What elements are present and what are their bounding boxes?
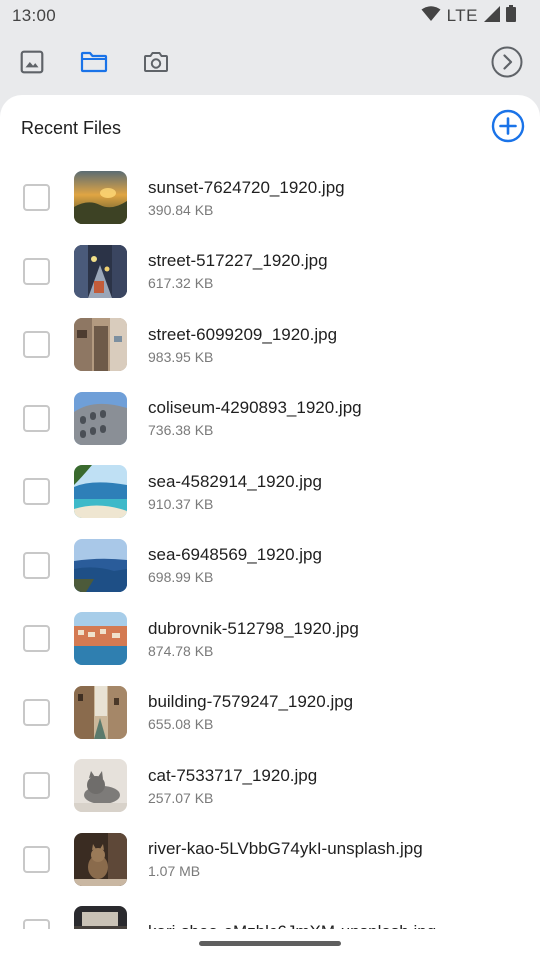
file-thumbnail xyxy=(74,465,127,519)
network-type: LTE xyxy=(446,6,478,25)
list-item[interactable]: street-517227_1920.jpg 617.32 KB xyxy=(0,235,540,309)
file-name: sea-4582914_1920.jpg xyxy=(148,471,322,491)
wifi-icon xyxy=(421,5,441,27)
file-name: street-517227_1920.jpg xyxy=(148,251,328,271)
status-bar: 13:00 LTE xyxy=(0,0,540,32)
list-item[interactable]: building-7579247_1920.jpg 655.08 KB xyxy=(0,676,540,750)
list-item[interactable]: sunset-7624720_1920.jpg 390.84 KB xyxy=(0,161,540,235)
add-circle-icon xyxy=(491,109,525,148)
file-name: sunset-7624720_1920.jpg xyxy=(148,177,345,197)
file-name: cat-7533717_1920.jpg xyxy=(148,765,318,785)
file-name: river-kao-5LVbbG74ykI-unsplash.jpg xyxy=(148,839,423,859)
file-thumbnail xyxy=(74,244,127,298)
file-thumbnail xyxy=(74,318,127,372)
sheet-header: Recent Files xyxy=(0,95,540,161)
folder-icon xyxy=(80,49,108,80)
add-file-button[interactable] xyxy=(490,109,526,148)
camera-icon xyxy=(142,49,170,80)
file-thumbnail xyxy=(74,612,127,666)
file-name: coliseum-4290893_1920.jpg xyxy=(148,398,362,418)
select-checkbox[interactable] xyxy=(23,919,50,929)
select-checkbox[interactable] xyxy=(23,257,50,285)
file-thumbnail xyxy=(74,906,127,929)
list-item[interactable]: kari-shea-eMzblc6JmXM-unsplash.jpg xyxy=(0,896,540,929)
select-checkbox[interactable] xyxy=(23,404,50,432)
file-thumbnail xyxy=(74,391,127,445)
select-checkbox[interactable] xyxy=(23,772,50,800)
select-checkbox[interactable] xyxy=(23,331,50,359)
list-item[interactable]: river-kao-5LVbbG74ykI-unsplash.jpg 1.07 … xyxy=(0,823,540,897)
list-item[interactable]: dubrovnik-512798_1920.jpg 874.78 KB xyxy=(0,602,540,676)
select-checkbox[interactable] xyxy=(23,845,50,873)
file-thumbnail xyxy=(74,538,127,592)
file-thumbnail xyxy=(74,759,127,813)
image-icon xyxy=(19,49,45,80)
cell-signal-icon xyxy=(484,5,500,27)
file-name: street-6099209_1920.jpg xyxy=(148,324,338,344)
status-icons: LTE xyxy=(421,5,516,27)
camera-button[interactable] xyxy=(140,48,172,80)
select-checkbox[interactable] xyxy=(23,478,50,506)
list-item[interactable]: sea-6948569_1920.jpg 698.99 KB xyxy=(0,529,540,603)
file-size: 257.07 KB xyxy=(148,789,214,806)
file-size: 655.08 KB xyxy=(148,716,214,733)
list-item[interactable]: street-6099209_1920.jpg 983.95 KB xyxy=(0,308,540,382)
file-name: dubrovnik-512798_1920.jpg xyxy=(148,618,359,638)
files-button[interactable] xyxy=(78,48,110,80)
chevron-right-circle-icon xyxy=(491,46,523,83)
gesture-nav-handle[interactable] xyxy=(199,941,341,946)
list-item[interactable]: sea-4582914_1920.jpg 910.37 KB xyxy=(0,455,540,529)
file-size: 617.32 KB xyxy=(148,275,214,292)
select-checkbox[interactable] xyxy=(23,184,50,212)
page-title: Recent Files xyxy=(21,118,122,138)
file-name: building-7579247_1920.jpg xyxy=(148,692,354,712)
file-list: sunset-7624720_1920.jpg 390.84 KB street… xyxy=(0,161,540,929)
select-checkbox[interactable] xyxy=(23,698,50,726)
file-size: 1.07 MB xyxy=(148,863,201,880)
status-time: 13:00 xyxy=(12,6,57,25)
file-thumbnail xyxy=(74,832,127,886)
file-size: 983.95 KB xyxy=(148,348,214,365)
file-name: sea-6948569_1920.jpg xyxy=(148,545,322,565)
recent-files-sheet: Recent Files sunset-7624720_1920.jpg 390… xyxy=(0,95,540,960)
select-checkbox[interactable] xyxy=(23,625,50,653)
next-button[interactable] xyxy=(490,46,524,83)
list-item[interactable]: coliseum-4290893_1920.jpg 736.38 KB xyxy=(0,382,540,456)
file-size: 910.37 KB xyxy=(148,495,214,512)
file-thumbnail xyxy=(74,171,127,225)
file-size: 698.99 KB xyxy=(148,569,214,586)
battery-icon xyxy=(506,5,516,27)
file-name: kari-shea-eMzblc6JmXM-unsplash.jpg xyxy=(148,921,436,929)
select-checkbox[interactable] xyxy=(23,551,50,579)
source-toolbar xyxy=(0,32,540,96)
file-size: 736.38 KB xyxy=(148,422,214,439)
file-size: 390.84 KB xyxy=(148,201,214,218)
gallery-button[interactable] xyxy=(16,48,48,80)
list-item[interactable]: cat-7533717_1920.jpg 257.07 KB xyxy=(0,749,540,823)
file-size: 874.78 KB xyxy=(148,642,214,659)
file-thumbnail xyxy=(74,685,127,739)
